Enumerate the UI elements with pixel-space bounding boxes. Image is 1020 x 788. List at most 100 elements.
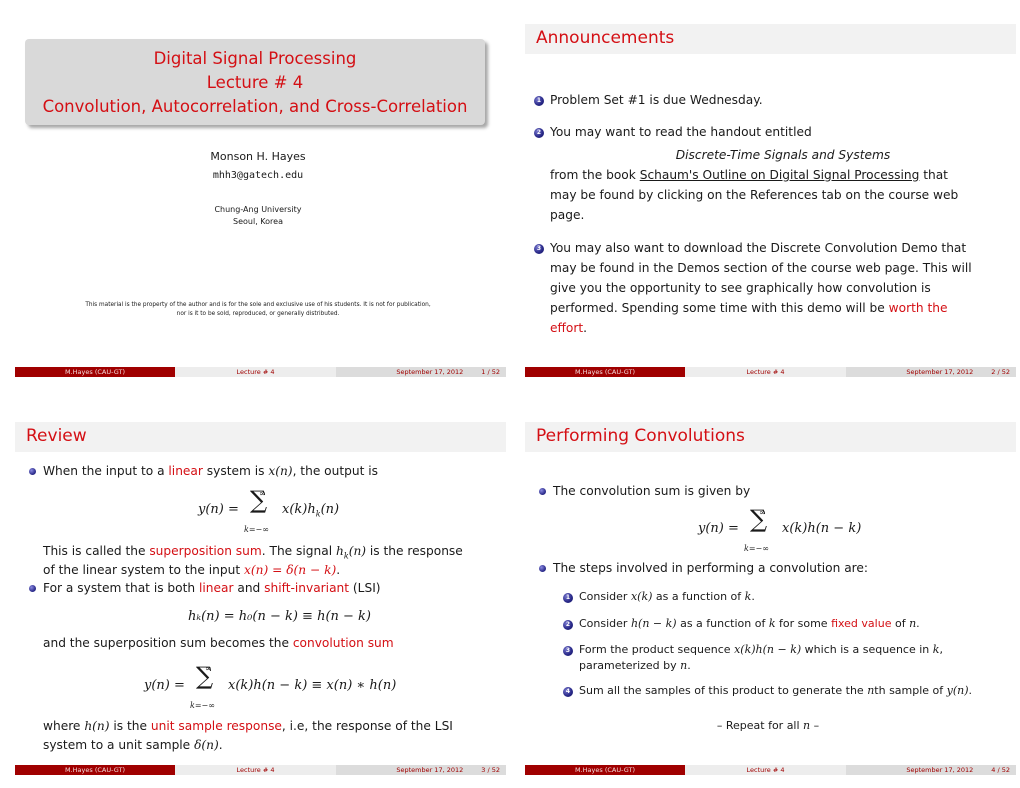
lecture-number: Lecture # 4 (206, 73, 304, 92)
conv-bullet-1: The convolution sum is given by (553, 484, 751, 498)
footer-date-text: September 17, 2012 (906, 766, 974, 774)
enum-badge-1: 1 (563, 593, 573, 603)
bullet-icon (29, 468, 36, 475)
review-bullet-2: For a system that is both linear and shi… (43, 578, 381, 598)
footer-date-text: September 17, 2012 (396, 766, 464, 774)
announcement-3-line-2: may be found in the Demos section of the… (550, 261, 972, 275)
text: When the input to a (43, 464, 169, 478)
frame-title-text: Performing Convolutions (536, 426, 745, 446)
emphasis-math: x(n) = δ(n − k) (244, 563, 337, 577)
slide-1-title: Digital Signal Processing Lecture # 4 Co… (10, 10, 506, 380)
text: as a function of (652, 590, 745, 603)
enum-badge-1: 1 (534, 96, 544, 106)
text: and the superposition sum becomes the (43, 636, 293, 650)
step-2: Consider h(n − k) as a function of k for… (579, 614, 920, 634)
text: – (810, 719, 820, 732)
footer-date: September 17, 2012 1 / 52 (336, 367, 506, 377)
page-number: 2 / 52 (991, 368, 1010, 376)
sum-lower: k=−∞ (744, 544, 769, 553)
math: (n) (320, 502, 340, 517)
text: Consider (579, 617, 631, 630)
enum-badge-3: 3 (534, 244, 544, 254)
enum-badge-2: 2 (563, 620, 573, 630)
title-box: Digital Signal Processing Lecture # 4 Co… (25, 39, 485, 125)
text: where (43, 719, 85, 733)
step-1: Consider x(k) as a function of k. (579, 587, 755, 607)
footer-title: Lecture # 4 (175, 367, 336, 377)
page-number: 3 / 52 (481, 766, 500, 774)
text: of the linear system to the input (43, 563, 244, 577)
footer-date: September 17, 2012 2 / 52 (846, 367, 1016, 377)
text: as a function of (676, 617, 769, 630)
text: . (336, 563, 341, 577)
slide-footer: M.Hayes (CAU-GT) Lecture # 4 September 1… (525, 367, 1016, 377)
sigma-icon: ∑ (750, 505, 768, 533)
math: k (768, 617, 776, 630)
enum-badge-2: 2 (534, 128, 544, 138)
eq-rhs: x(k)hk(n) (282, 500, 339, 525)
enum-badge-3: 3 (563, 646, 573, 656)
announcement-2-line-1: You may want to read the handout entitle… (550, 125, 812, 139)
announcement-3-line-4: performed. Spending some time with this … (550, 298, 947, 318)
frame-title: Performing Convolutions (525, 422, 1016, 452)
emphasis: effort (550, 321, 584, 335)
footer-date-text: September 17, 2012 (396, 368, 464, 376)
copyright-line-2: nor is it to be sold, reproduced, or gen… (176, 311, 340, 317)
repeat-note: – Repeat for all n – (520, 716, 1016, 736)
announcement-1: Problem Set #1 is due Wednesday. (550, 93, 763, 107)
lecture-topic: Convolution, Autocorrelation, and Cross-… (42, 97, 468, 116)
frame-title: Review (15, 422, 506, 452)
announcement-3-line-1: You may also want to download the Discre… (550, 241, 967, 255)
handout-title: Discrete-Time Signals and Systems (675, 148, 891, 162)
text: Consider (579, 590, 631, 603)
text: . (687, 659, 691, 672)
bullet-icon (539, 488, 546, 495)
location: Seoul, Korea (233, 217, 283, 226)
text: of (891, 617, 910, 630)
review-para-3: and the superposition sum becomes the co… (43, 633, 394, 653)
math: h(n) (84, 719, 110, 733)
institution: Chung-Ang University Seoul, Korea (10, 204, 506, 228)
math: x(k) (630, 590, 653, 603)
slide-footer: M.Hayes (CAU-GT) Lecture # 4 September 1… (15, 765, 506, 775)
announcement-2-line-5: page. (550, 208, 585, 222)
review-para-5: system to a unit sample δ(n). (43, 735, 223, 755)
footer-title: Lecture # 4 (685, 367, 846, 377)
footer-author: M.Hayes (CAU-GT) (525, 367, 685, 377)
sigma-icon: ∑ (250, 486, 268, 514)
text: , (939, 643, 943, 656)
review-bullet-1: When the input to a linear system is x(n… (43, 461, 378, 481)
text: and (233, 581, 265, 595)
sum-lower: k=−∞ (244, 525, 269, 534)
math: h (335, 544, 344, 558)
page-number: 4 / 52 (991, 766, 1010, 774)
page-number: 1 / 52 (481, 368, 500, 376)
text: . (968, 684, 973, 697)
book-link[interactable]: Schaum's Outline on Digital Signal Proce… (640, 168, 920, 182)
footer-title: Lecture # 4 (175, 765, 336, 775)
emphasis: linear (168, 464, 203, 478)
sum-lower: k=−∞ (190, 701, 215, 710)
text: that (919, 168, 948, 182)
math: x(k)h (282, 502, 316, 517)
footer-date-text: September 17, 2012 (906, 368, 974, 376)
step-4: Sum all the samples of this product to g… (579, 681, 972, 701)
eq-rhs: x(k)h(n − k) ≡ x(n) ∗ h(n) (228, 678, 397, 693)
math: x(n) (268, 464, 293, 478)
slide-3-review: Review When the input to a linear system… (10, 408, 506, 778)
emphasis: fixed value (831, 617, 892, 630)
footer-date: September 17, 2012 3 / 52 (336, 765, 506, 775)
announcement-3-line-3: give you the opportunity to see graphica… (550, 281, 931, 295)
math: h(n − k) (630, 617, 677, 630)
announcement-3-line-5: effort. (550, 318, 587, 338)
text: Sum all the samples of this product to g… (579, 684, 868, 697)
text: . (218, 738, 223, 752)
slide-footer: M.Hayes (CAU-GT) Lecture # 4 September 1… (525, 765, 1016, 775)
eq-lhs: y(n) = (698, 521, 739, 536)
text: is the (109, 719, 151, 733)
author-name: Monson H. Hayes (210, 150, 306, 163)
footer-author: M.Hayes (CAU-GT) (15, 765, 175, 775)
announcement-2-line-4: may be found by clicking on the Referenc… (550, 188, 959, 202)
author-email[interactable]: mhh3@gatech.edu (10, 170, 506, 181)
footer-author: M.Hayes (CAU-GT) (525, 765, 685, 775)
